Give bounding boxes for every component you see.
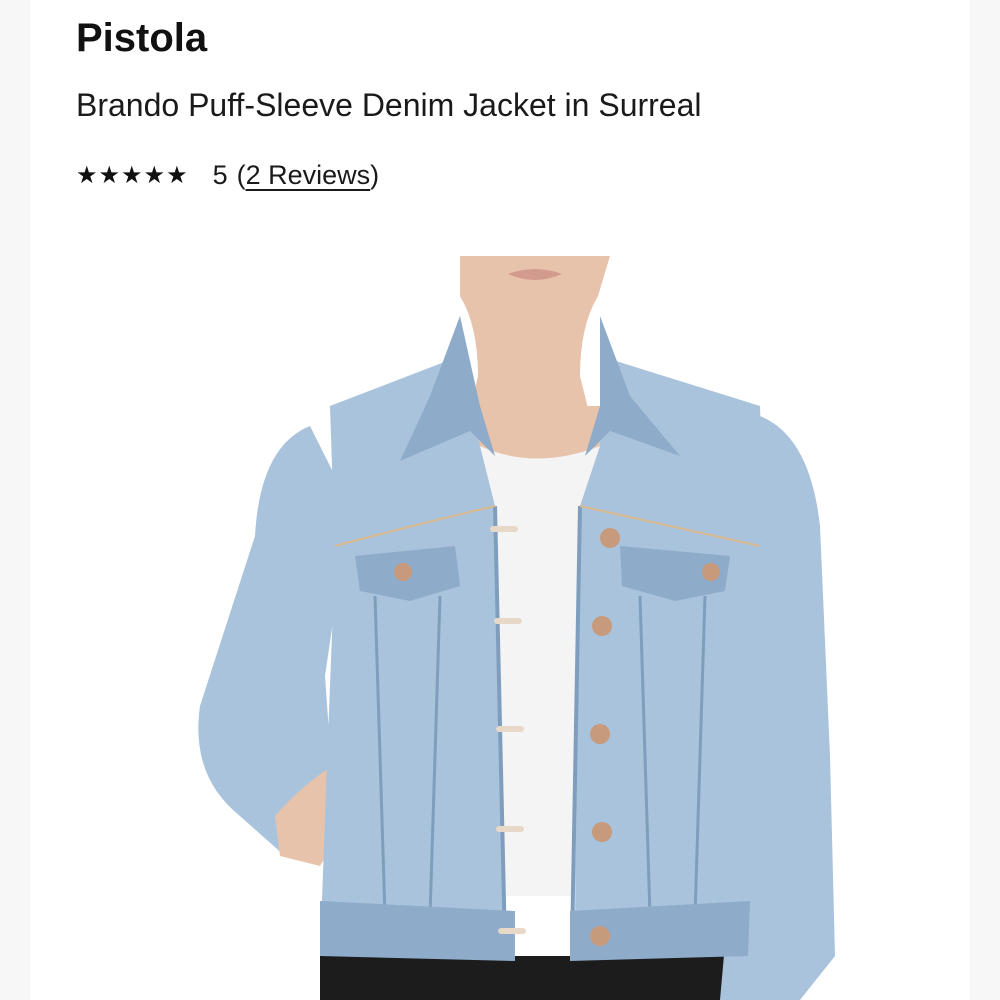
- reviews-link[interactable]: 2 Reviews: [246, 160, 371, 191]
- reviews-open-paren: (: [236, 159, 246, 190]
- product-page: Pistola Brando Puff-Sleeve Denim Jacket …: [0, 0, 1000, 1000]
- star-rating-icon: ★★★★★: [76, 161, 189, 189]
- denim-jacket-photo: [198, 256, 835, 1000]
- button-4: [592, 822, 612, 842]
- pocket-button-left: [394, 563, 412, 581]
- jacket-waistband: [320, 901, 515, 961]
- product-card: Pistola Brando Puff-Sleeve Denim Jacket …: [30, 0, 970, 1000]
- pocket-button-right: [702, 563, 720, 581]
- product-image[interactable]: [160, 256, 900, 1000]
- buttonhole-4: [496, 826, 524, 832]
- product-title: Brando Puff-Sleeve Denim Jacket in Surre…: [76, 87, 702, 123]
- buttonhole-5: [498, 928, 526, 934]
- buttonhole-3: [496, 726, 524, 732]
- buttonhole-2: [494, 618, 522, 624]
- button-3: [590, 724, 610, 744]
- buttonhole-1: [490, 526, 518, 532]
- rating-value: 5: [212, 159, 228, 190]
- reviews-close-paren: ): [370, 159, 380, 190]
- button-1: [600, 528, 620, 548]
- button-5: [590, 926, 610, 946]
- brand-name[interactable]: Pistola: [76, 14, 207, 62]
- black-pants: [320, 956, 750, 1000]
- rating-row: ★★★★★ 5 ( 2 Reviews ): [76, 156, 379, 194]
- button-2: [592, 616, 612, 636]
